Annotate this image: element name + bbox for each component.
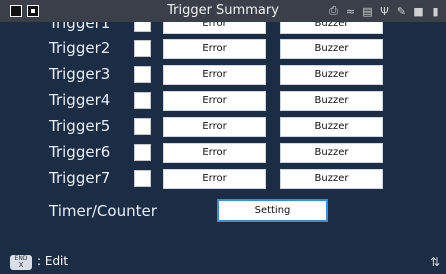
trigger-checkbox[interactable] [134, 144, 151, 161]
trigger-list: Trigger1 Error Buzzer Trigger2 Error Buz… [0, 22, 446, 247]
end-key-icon[interactable]: END X [10, 255, 32, 270]
buzzer-action-field[interactable]: Buzzer [280, 169, 383, 189]
trigger-checkbox[interactable] [134, 66, 151, 83]
usb-icon: Ψ [380, 4, 389, 18]
status-icons: ⎙ ≈ ▤ Ψ ✎ ■ ▮ [327, 3, 442, 19]
buzzer-action-field[interactable]: Buzzer [280, 143, 383, 163]
trigger-checkbox[interactable] [134, 22, 151, 32]
edit-hint: : Edit [37, 254, 69, 268]
error-action-field[interactable]: Error [163, 91, 266, 111]
error-action-field[interactable]: Error [163, 143, 266, 163]
footer-bar: END X : Edit ⇅ [0, 250, 446, 274]
pen-icon: ✎ [396, 4, 407, 18]
power-icon: ▮ [432, 4, 439, 18]
error-action-field[interactable]: Error [163, 169, 266, 189]
trigger-row: Trigger4 Error Buzzer [0, 88, 446, 114]
buzzer-action-field[interactable]: Buzzer [280, 117, 383, 137]
error-action-field[interactable]: Error [163, 39, 266, 59]
network-icon: ▤ [362, 4, 373, 18]
trigger-checkbox[interactable] [134, 170, 151, 187]
trigger-label: Trigger1 [49, 22, 111, 32]
printer-icon: ⎙ [329, 4, 338, 17]
setting-button[interactable]: Setting [217, 199, 328, 222]
trigger-row: Trigger5 Error Buzzer [0, 114, 446, 140]
scroll-icon[interactable]: ⇅ [430, 255, 440, 269]
error-action-field[interactable]: Error [163, 65, 266, 85]
buzzer-action-field[interactable]: Buzzer [280, 22, 383, 34]
trigger-label: Trigger7 [49, 169, 111, 187]
trigger-row: Trigger1 Error Buzzer [0, 22, 446, 37]
trigger-row: Trigger3 Error Buzzer [0, 62, 446, 88]
trigger-label: Trigger6 [49, 143, 111, 161]
trigger-row: Trigger7 Error Buzzer [0, 166, 446, 192]
timer-counter-label: Timer/Counter [49, 202, 157, 220]
status-bar: Trigger Summary ⎙ ≈ ▤ Ψ ✎ ■ ▮ [0, 0, 446, 22]
error-action-field[interactable]: Error [163, 22, 266, 34]
buzzer-action-field[interactable]: Buzzer [280, 39, 383, 59]
wifi-icon: ≈ [345, 4, 356, 18]
trigger-label: Trigger2 [49, 39, 111, 57]
trigger-checkbox[interactable] [134, 92, 151, 109]
trigger-row: Trigger6 Error Buzzer [0, 140, 446, 166]
trigger-label: Trigger4 [49, 91, 111, 109]
buzzer-action-field[interactable]: Buzzer [280, 91, 383, 111]
error-action-field[interactable]: Error [163, 117, 266, 137]
trigger-label: Trigger3 [49, 65, 111, 83]
trigger-checkbox[interactable] [134, 118, 151, 135]
trigger-label: Trigger5 [49, 117, 111, 135]
lock-icon: ■ [413, 4, 424, 18]
buzzer-action-field[interactable]: Buzzer [280, 65, 383, 85]
trigger-checkbox[interactable] [134, 40, 151, 57]
trigger-row: Trigger2 Error Buzzer [0, 36, 446, 62]
